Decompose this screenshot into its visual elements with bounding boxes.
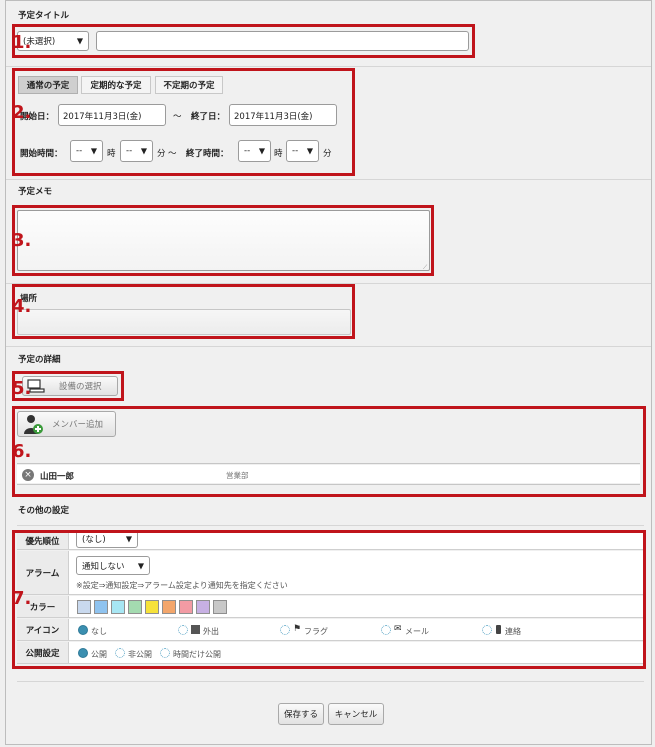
marker-box-1 bbox=[12, 24, 475, 58]
marker-box-7 bbox=[12, 530, 646, 669]
divider bbox=[6, 346, 651, 347]
divider bbox=[6, 179, 651, 180]
marker-6: 6. bbox=[12, 441, 32, 462]
save-button[interactable]: 保存する bbox=[278, 703, 324, 725]
marker-2: 2. bbox=[12, 102, 32, 123]
marker-5: 5. bbox=[12, 378, 32, 399]
marker-1: 1. bbox=[12, 32, 32, 53]
marker-box-2 bbox=[12, 68, 355, 176]
marker-7: 7. bbox=[12, 588, 32, 609]
memo-section-label: 予定メモ bbox=[18, 187, 53, 197]
divider bbox=[17, 681, 644, 682]
divider bbox=[17, 525, 644, 526]
cancel-button[interactable]: キャンセル bbox=[328, 703, 384, 725]
section-title-label: 予定タイトル bbox=[18, 11, 70, 21]
marker-box-6 bbox=[12, 406, 646, 497]
other-section-label: その他の設定 bbox=[18, 506, 70, 516]
details-section-label: 予定の詳細 bbox=[18, 355, 61, 365]
marker-4: 4. bbox=[12, 296, 32, 317]
divider bbox=[6, 66, 651, 67]
marker-box-4 bbox=[12, 284, 355, 339]
marker-3: 3. bbox=[12, 230, 32, 251]
marker-box-3 bbox=[12, 205, 434, 276]
